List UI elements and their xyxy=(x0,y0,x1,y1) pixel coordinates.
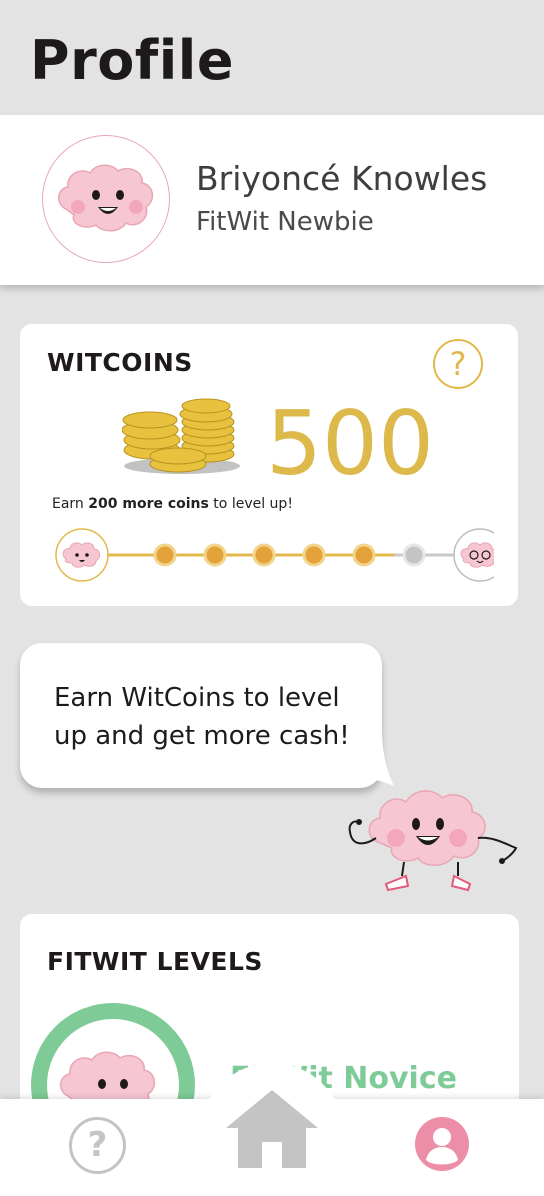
profile-name: Briyoncé Knowles xyxy=(196,159,488,198)
speech-bubble: Earn WitCoins to level up and get more c… xyxy=(20,643,382,788)
page-title: Profile xyxy=(30,29,234,92)
levels-heading: FITWIT LEVELS xyxy=(47,947,263,976)
user-icon[interactable] xyxy=(414,1116,470,1172)
brain-mascot-icon xyxy=(348,790,518,892)
levelup-hint: Earn 200 more coins to level up! xyxy=(52,496,293,512)
witcoins-help-icon[interactable]: ? xyxy=(433,339,483,389)
progress-step xyxy=(252,543,276,567)
brain-mascot-icon xyxy=(58,164,154,232)
speech-bubble-text: Earn WitCoins to level up and get more c… xyxy=(54,683,350,751)
witcoins-heading: WITCOINS xyxy=(47,348,193,377)
help-icon[interactable]: ? xyxy=(69,1117,126,1174)
progress-step xyxy=(302,543,326,567)
profile-card: Briyoncé Knowles FitWit Newbie xyxy=(0,115,544,285)
profile-rank: FitWit Newbie xyxy=(196,207,374,237)
witcoins-card: WITCOINS ? 500 Earn 200 more coins to le… xyxy=(20,324,518,606)
progress-step xyxy=(352,543,376,567)
progress-step xyxy=(402,543,426,567)
home-icon[interactable] xyxy=(222,1088,322,1170)
coin-stack-icon xyxy=(122,398,240,474)
level-progress-track xyxy=(55,528,494,582)
progress-step xyxy=(153,543,177,567)
avatar[interactable] xyxy=(42,135,170,263)
progress-step xyxy=(203,543,227,567)
coin-amount: 500 xyxy=(266,392,434,495)
